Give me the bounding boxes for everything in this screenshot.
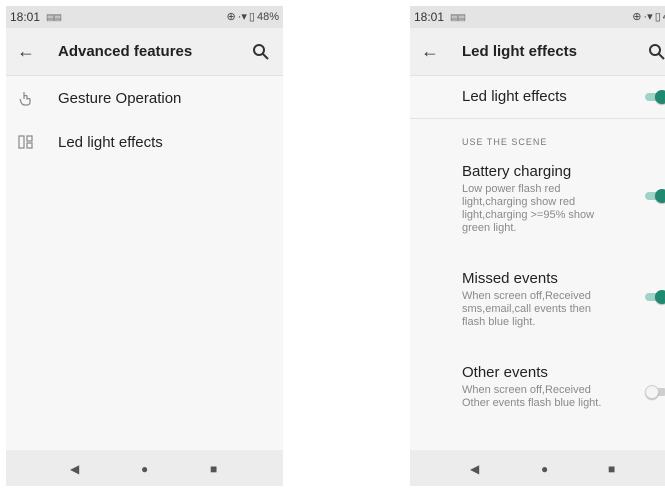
page-title: Led light effects [462, 43, 578, 60]
search-icon[interactable] [251, 42, 271, 62]
battery-charging-toggle[interactable] [645, 188, 665, 204]
notification-icon: ▤▤ [46, 11, 62, 22]
missed-events-toggle[interactable] [645, 289, 665, 305]
battery-icon: ▯ [248, 11, 255, 23]
sync-icon: ⊕ [632, 11, 642, 23]
status-bar: 18:01 ▤▤ ⊕ ·▾ ▯ 48% [6, 6, 283, 28]
status-right: ⊕ ·▾ ▯ 48 [632, 10, 665, 24]
setting-subtitle: When screen off,Received sms,email,call … [462, 290, 591, 328]
master-led-title: Led light effects [462, 88, 567, 105]
status-right: ⊕ ·▾ ▯ 48% [226, 10, 280, 24]
menu-item-led-light-effects[interactable]: Led light effects [6, 120, 283, 164]
notification-icon: ▤▤ [450, 11, 466, 22]
setting-title: Battery charging [462, 163, 572, 180]
battery-icon: ▯ [654, 11, 661, 23]
nav-home-icon[interactable]: ● [141, 462, 148, 476]
status-bar: 18:01 ▤▤ ⊕ ·▾ ▯ 48 [410, 6, 665, 28]
other-events-toggle[interactable] [645, 384, 665, 400]
navigation-bar: ◀ ● ■ [6, 450, 283, 486]
battery-charging-setting[interactable]: Battery charging Low power flash red lig… [410, 163, 665, 270]
search-icon[interactable] [647, 42, 665, 62]
status-time: 18:01 [10, 10, 41, 24]
master-led-setting[interactable]: Led light effects [410, 76, 665, 118]
setting-title: Other events [462, 364, 548, 381]
setting-title: Missed events [462, 270, 558, 287]
other-events-setting[interactable]: Other events When screen off,Received Ot… [410, 364, 665, 444]
nav-recents-icon[interactable]: ■ [210, 462, 217, 476]
hand-gesture-icon [6, 90, 46, 106]
missed-events-setting[interactable]: Missed events When screen off,Received s… [410, 270, 665, 364]
menu-item-gesture-operation[interactable]: Gesture Operation [6, 76, 283, 120]
menu-item-label: Gesture Operation [58, 89, 182, 107]
navigation-bar: ◀ ● ■ [410, 450, 665, 486]
nav-back-icon[interactable]: ◀ [70, 462, 79, 476]
menu-item-label: Led light effects [58, 133, 163, 151]
wifi-icon: ·▾ [643, 11, 653, 23]
setting-subtitle: When screen off,Received Other events fl… [462, 384, 602, 409]
wifi-icon: ·▾ [237, 11, 247, 23]
section-header: USE THE SCENE [462, 137, 548, 147]
app-bar: ← Led light effects [410, 28, 665, 76]
back-arrow-icon[interactable]: ← [410, 41, 450, 62]
nav-back-icon[interactable]: ◀ [470, 462, 479, 476]
page-title: Advanced features [58, 43, 193, 60]
app-bar: ← Advanced features [6, 28, 283, 76]
led-panels-icon [6, 134, 46, 150]
status-time: 18:01 [414, 10, 445, 24]
right-screen: 18:01 ▤▤ ⊕ ·▾ ▯ 48 ← Led light effects L… [410, 6, 665, 486]
back-arrow-icon[interactable]: ← [6, 41, 46, 62]
left-screen: 18:01 ▤▤ ⊕ ·▾ ▯ 48% ← Advanced features … [6, 6, 283, 486]
battery-percent: 48% [256, 10, 279, 23]
nav-recents-icon[interactable]: ■ [608, 462, 615, 476]
sync-icon: ⊕ [226, 11, 236, 23]
setting-subtitle: Low power flash red light,charging show … [462, 183, 595, 234]
nav-home-icon[interactable]: ● [541, 462, 548, 476]
master-led-toggle[interactable] [645, 89, 665, 105]
